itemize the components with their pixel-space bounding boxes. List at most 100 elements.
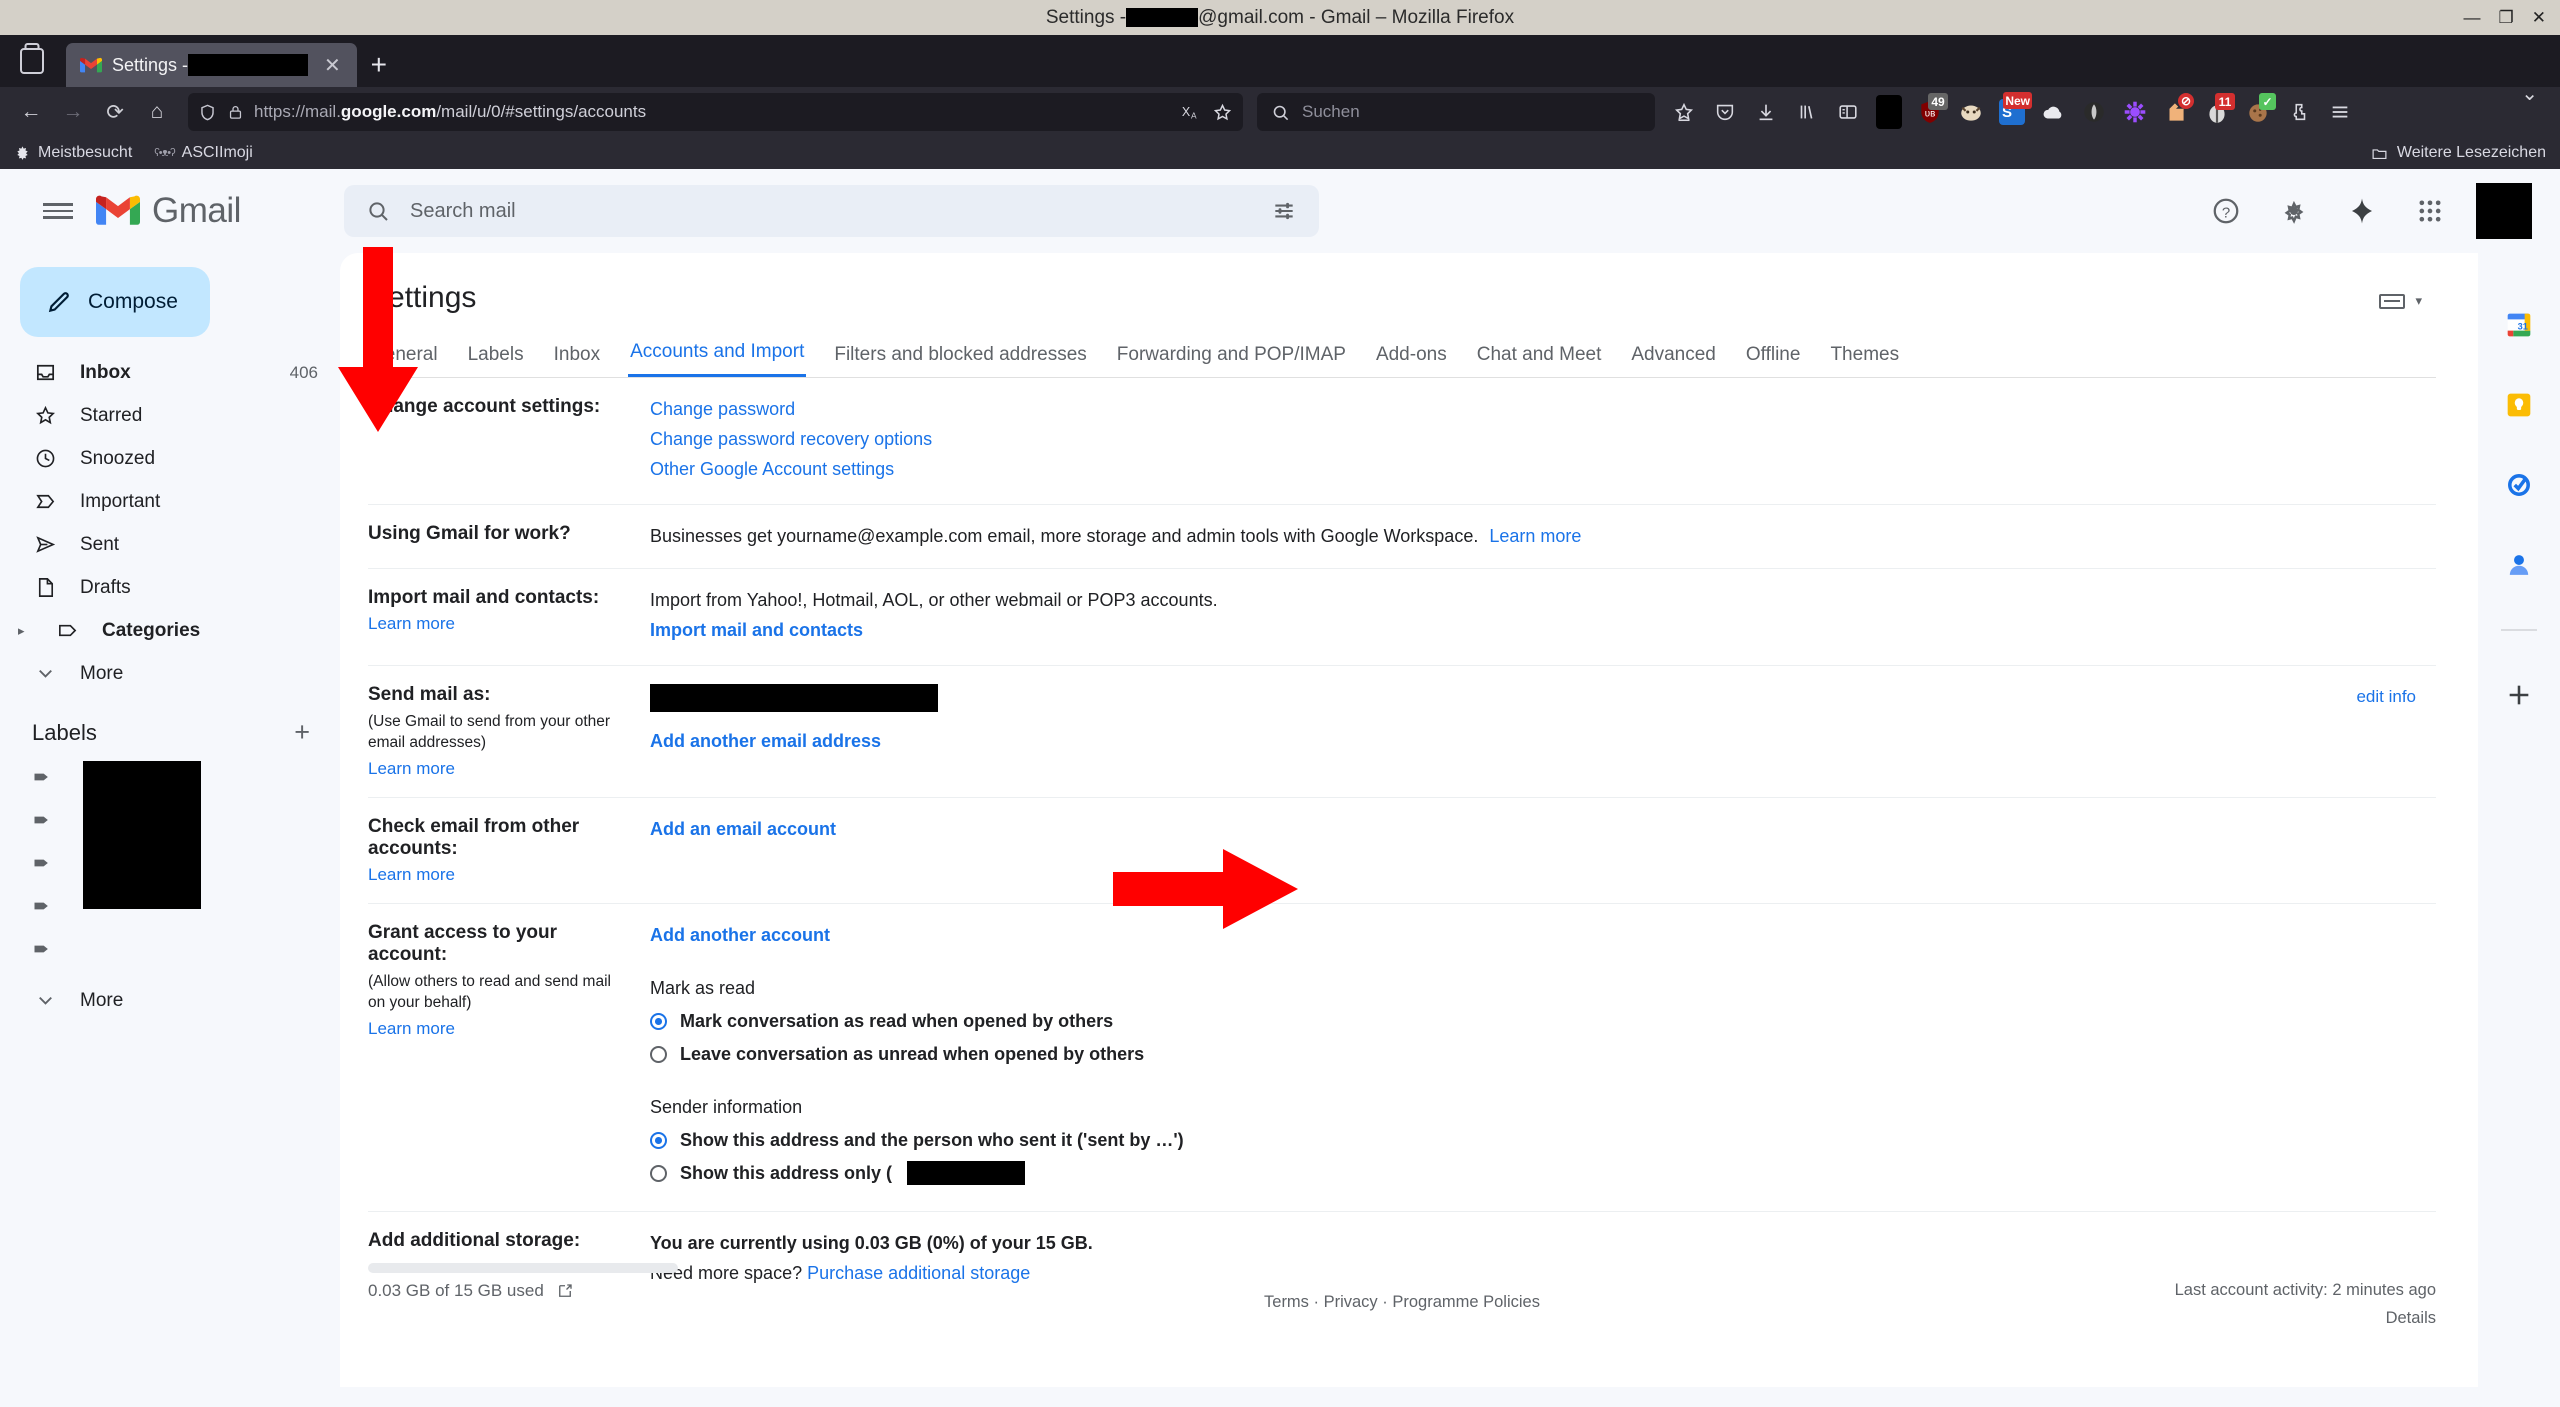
extensions-puzzle-icon[interactable] (2280, 93, 2318, 131)
tab-filters-and-blocked-addresses[interactable]: Filters and blocked addresses (832, 344, 1088, 377)
avatar[interactable] (2476, 183, 2532, 239)
foxyproxy-icon[interactable] (1952, 93, 1990, 131)
url-bar[interactable]: https://mail.google.com/mail/u/0/#settin… (188, 93, 1243, 131)
pocket-save-icon[interactable] (1706, 93, 1744, 131)
privacy-badger-icon[interactable]: 11 (2198, 93, 2236, 131)
forward-button[interactable]: → (54, 93, 92, 131)
newsguard-icon[interactable]: S New (1993, 92, 2032, 131)
send-mail-as-learn-more-link[interactable]: Learn more (368, 759, 632, 779)
compose-button[interactable]: Compose (20, 267, 210, 337)
minimize-button[interactable]: — (2464, 8, 2481, 28)
settings-gear-icon[interactable] (2272, 189, 2316, 233)
edit-info-link[interactable]: edit info (2356, 684, 2416, 710)
tab-advanced[interactable]: Advanced (1629, 344, 1718, 377)
list-item[interactable] (0, 930, 340, 973)
grant-access-learn-more-link[interactable]: Learn more (368, 1019, 632, 1039)
other-google-account-settings-link[interactable]: Other Google Account settings (650, 456, 2436, 483)
adblock-extension-icon[interactable]: ⊘ (2157, 93, 2195, 131)
sidebar-item-more[interactable]: More (0, 652, 340, 695)
bookmark-toolbar-icon[interactable] (1665, 93, 1703, 131)
sidebar-item-snoozed[interactable]: Snoozed (0, 437, 340, 480)
bookmark-meistbesucht[interactable]: Meistbesucht (14, 144, 132, 162)
radio-show-address-and-person[interactable]: Show this address and the person who sen… (650, 1127, 2436, 1154)
browser-tab-settings[interactable]: Settings - ✕ (66, 43, 357, 87)
redacted-extension-icon[interactable] (1870, 93, 1908, 131)
sidebar-item-important[interactable]: Important (0, 480, 340, 523)
tab-offline[interactable]: Offline (1744, 344, 1803, 377)
sidebar-item-starred[interactable]: Starred (0, 394, 340, 437)
gmail-for-work-learn-more-link[interactable]: Learn more (1489, 526, 1581, 546)
keep-icon[interactable] (2499, 385, 2539, 425)
gmail-search-bar[interactable]: Search mail (344, 185, 1319, 237)
check-email-learn-more-link[interactable]: Learn more (368, 865, 632, 885)
radio-show-address-only[interactable]: Show this address only ( (650, 1160, 2436, 1187)
gmail-logo[interactable]: Gmail (96, 191, 316, 231)
bookmark-star-icon[interactable] (1212, 102, 1233, 123)
sidebar-item-inbox[interactable]: Inbox 406 (0, 351, 340, 394)
import-learn-more-link[interactable]: Learn more (368, 614, 632, 634)
translate-icon[interactable]: X A (1180, 102, 1202, 122)
sidebar-item-labels-more[interactable]: More (0, 979, 340, 1022)
dark-reader-icon[interactable] (2075, 93, 2113, 131)
close-window-button[interactable]: ✕ (2532, 8, 2546, 28)
radio-button[interactable] (650, 1012, 667, 1030)
chevron-right-icon[interactable]: ▸ (18, 623, 32, 639)
new-tab-button[interactable]: + (357, 43, 401, 87)
tab-labels[interactable]: Labels (466, 344, 526, 377)
close-tab-button[interactable]: ✕ (318, 53, 347, 78)
change-password-link[interactable]: Change password (650, 396, 2436, 423)
downloads-icon[interactable] (1747, 93, 1785, 131)
help-icon[interactable]: ? (2204, 189, 2248, 233)
reload-button[interactable]: ⟳ (96, 93, 134, 131)
sidebar-item-drafts[interactable]: Drafts (0, 566, 340, 609)
google-apps-icon[interactable] (2408, 189, 2452, 233)
add-another-email-address-link[interactable]: Add another email address (650, 731, 881, 751)
gmail-nav-list: Inbox 406 Starred Snoozed Important Sent… (0, 351, 340, 695)
window-controls[interactable]: — ❐ ✕ (2464, 0, 2547, 35)
add-an-email-account-link[interactable]: Add an email account (650, 819, 836, 839)
tab-inbox[interactable]: Inbox (552, 344, 602, 377)
sidebar-item-sent[interactable]: Sent (0, 523, 340, 566)
radio-leave-conversation-unread[interactable]: Leave conversation as unread when opened… (650, 1041, 2436, 1068)
sidebar-item-categories[interactable]: ▸ Categories (0, 609, 340, 652)
list-all-tabs-icon[interactable]: ⌄ (2521, 81, 2538, 106)
tasks-icon[interactable] (2499, 465, 2539, 505)
radio-button[interactable] (650, 1164, 667, 1182)
main-menu-icon[interactable] (28, 181, 88, 241)
add-another-account-link[interactable]: Add another account (650, 925, 830, 945)
other-bookmarks[interactable]: Weitere Lesezeichen (2370, 144, 2546, 162)
maximize-button[interactable]: ❐ (2499, 8, 2514, 28)
radio-button[interactable] (650, 1045, 667, 1063)
back-button[interactable]: ← (12, 93, 50, 131)
ublock-origin-icon[interactable]: ᴜв 49 (1911, 93, 1949, 131)
violentmonkey-icon[interactable] (2116, 93, 2154, 131)
tab-themes[interactable]: Themes (1828, 344, 1901, 377)
gemini-sparkle-icon[interactable] (2340, 189, 2384, 233)
search-options-icon[interactable] (1271, 198, 1297, 224)
create-label-button[interactable]: + (294, 717, 310, 748)
firefox-view-button[interactable] (6, 35, 58, 87)
tab-chat-and-meet[interactable]: Chat and Meet (1475, 344, 1604, 377)
footer-links-text: Terms · Privacy · Programme Policies (1264, 1293, 1540, 1311)
display-density-button[interactable]: ▾ (2379, 281, 2436, 309)
home-button[interactable]: ⌂ (138, 93, 176, 131)
cloud-extension-icon[interactable] (2034, 93, 2072, 131)
library-icon[interactable] (1788, 93, 1826, 131)
calendar-icon[interactable]: 31 (2499, 305, 2539, 345)
cookie-extension-icon[interactable]: ✓ (2239, 93, 2277, 131)
radio-mark-conversation-read[interactable]: Mark conversation as read when opened by… (650, 1008, 2436, 1035)
tab-add-ons[interactable]: Add-ons (1374, 344, 1449, 377)
bookmark-asciimoji[interactable]: ʕ•ᴥ•ʔ ASCIImoji (154, 144, 253, 162)
radio-button[interactable] (650, 1131, 667, 1149)
change-password-recovery-link[interactable]: Change password recovery options (650, 426, 2436, 453)
add-icon[interactable] (2499, 675, 2539, 715)
browser-search-bar[interactable]: Suchen (1257, 93, 1655, 131)
contacts-icon[interactable] (2499, 545, 2539, 585)
tab-accounts-and-import[interactable]: Accounts and Import (628, 341, 807, 377)
tab-forwarding-and-pop-imap[interactable]: Forwarding and POP/IMAP (1115, 344, 1348, 377)
import-mail-and-contacts-link[interactable]: Import mail and contacts (650, 617, 2436, 644)
tab-general[interactable]: General (368, 344, 440, 377)
footer-links[interactable]: Terms · Privacy · Programme Policies (368, 1293, 2436, 1312)
sidebar-toggle-icon[interactable] (1829, 93, 1867, 131)
app-menu-icon[interactable] (2321, 93, 2359, 131)
